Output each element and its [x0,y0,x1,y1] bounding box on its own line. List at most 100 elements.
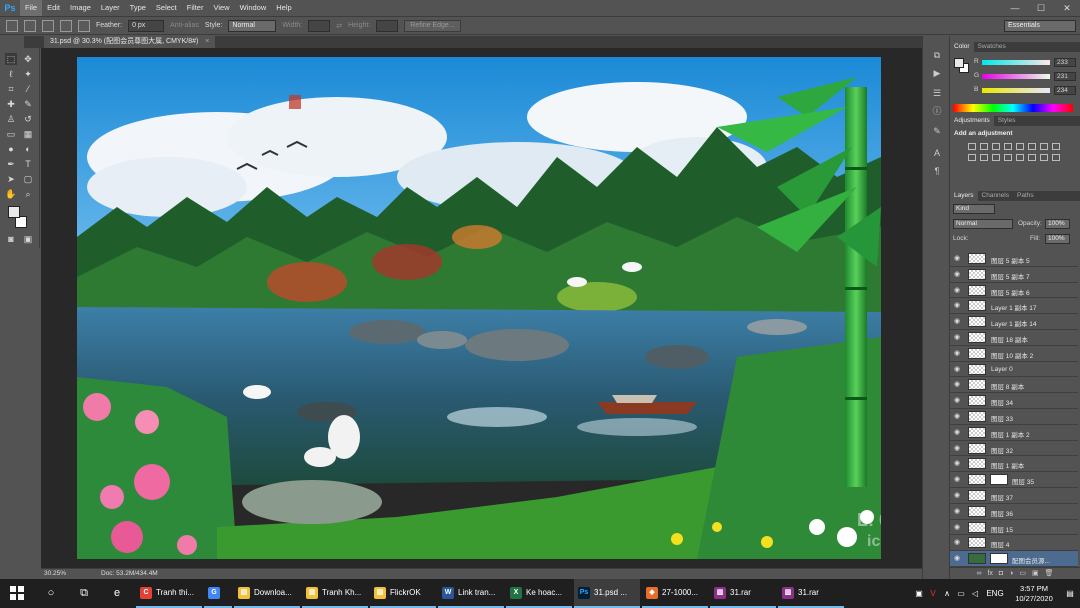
layer-row[interactable]: ◉ 图层 18 副本 [950,330,1078,346]
tray-network-icon[interactable]: ▭ [954,589,968,598]
tray-chevron-icon[interactable]: ∧ [940,589,954,598]
brush-presets-icon[interactable]: ✎ [931,126,943,136]
tab-paths[interactable]: Paths [1013,191,1038,201]
selective-color-icon[interactable] [1052,154,1060,161]
menu-layer[interactable]: Layer [96,0,125,16]
properties-icon[interactable]: ☰ [931,88,943,98]
new-selection-icon[interactable] [24,19,36,32]
intersect-selection-icon[interactable] [78,19,90,32]
visibility-eye-icon[interactable]: ◉ [954,428,960,436]
zoom-value[interactable]: 30.25% [44,569,66,579]
taskbar-app-winrar-1[interactable]: ▥ 31.rar [710,579,776,608]
invert-icon[interactable] [1004,154,1012,161]
screen-mode-icon[interactable]: ▣ [22,233,34,245]
refine-edge-button[interactable]: Refine Edge... [404,19,461,32]
layer-row[interactable]: ◉ Layer 1 副本 14 [950,314,1078,330]
document-tab[interactable]: 31.psd @ 30.3% (配图会员尊图大属, CMYK/8#) × [44,36,216,48]
blue-slider[interactable]: B 234 [974,86,1080,96]
menu-file[interactable]: File [20,0,43,16]
visibility-eye-icon[interactable]: ◉ [954,459,960,467]
brightness-icon[interactable] [968,143,976,150]
tab-color[interactable]: Color [950,42,974,52]
layer-row[interactable]: ◉ 图层 37 [950,488,1078,504]
red-slider[interactable]: R 233 [974,58,1080,68]
layer-row[interactable]: ◉ 图层 36 [950,504,1078,520]
taskbar-app-photoshop[interactable]: Ps 31.psd ... [574,579,640,608]
layer-style-icon[interactable]: fx [987,568,992,579]
menu-help[interactable]: Help [271,0,296,16]
paragraph-icon[interactable]: ¶ [931,166,943,176]
history-icon[interactable]: ⧉ [931,50,943,60]
opacity-value[interactable]: 100% [1045,219,1070,229]
dodge-tool-icon[interactable]: ◐ [22,143,34,155]
menu-window[interactable]: Window [235,0,272,16]
clock[interactable]: 3:57 PM 10/27/2020 [1008,584,1060,604]
close-tab-icon[interactable]: × [205,38,209,45]
visibility-eye-icon[interactable]: ◉ [954,254,960,262]
subtract-selection-icon[interactable] [60,19,72,32]
clone-stamp-tool-icon[interactable]: ♙ [5,113,17,125]
menu-filter[interactable]: Filter [182,0,209,16]
taskbar-app-chrome[interactable]: C Tranh thi... [136,579,202,608]
history-brush-tool-icon[interactable]: ↺ [22,113,34,125]
curves-icon[interactable] [992,143,1000,150]
delete-layer-icon[interactable]: 🗑 [1045,568,1054,579]
hue-saturation-icon[interactable] [1028,143,1036,150]
visibility-eye-icon[interactable]: ◉ [954,444,960,452]
visibility-eye-icon[interactable]: ◉ [954,301,960,309]
blue-value[interactable]: 234 [1054,86,1076,95]
layer-row-selected[interactable]: ◉ 配图会员源... [950,551,1078,567]
visibility-eye-icon[interactable]: ◉ [954,412,960,420]
layer-row[interactable]: ◉ 图层 33 [950,409,1078,425]
layer-row[interactable]: ◉ 图层 5 副本 6 [950,283,1078,299]
visibility-eye-icon[interactable]: ◉ [954,286,960,294]
taskbar-app-flickrok[interactable]: ▤ FlickrOK [370,579,436,608]
blend-mode-select[interactable]: Normal [953,219,1013,229]
layer-row[interactable]: ◉ 图层 4 [950,535,1078,552]
channel-mixer-icon[interactable] [980,154,988,161]
quick-mask-icon[interactable]: ◙ [5,233,17,245]
zoom-tool-icon[interactable]: ⌕ [22,188,34,200]
taskbar-app-downloads[interactable]: ▤ Downloa... [234,579,300,608]
menu-edit[interactable]: Edit [42,0,65,16]
taskbar-app-word[interactable]: W Link tran... [438,579,504,608]
move-tool-icon[interactable]: ✥ [22,53,34,65]
path-selection-tool-icon[interactable]: ➤ [5,173,17,185]
info-icon[interactable]: ⓘ [931,106,943,116]
taskbar-app-excel[interactable]: X Ke hoac... [506,579,572,608]
visibility-eye-icon[interactable]: ◉ [954,507,960,515]
red-value[interactable]: 233 [1054,58,1076,67]
add-mask-icon[interactable]: ◘ [999,568,1003,579]
rectangular-marquee-tool-icon[interactable]: ⬚ [5,53,17,65]
black-white-icon[interactable] [1052,143,1060,150]
threshold-icon[interactable] [1028,154,1036,161]
marquee-tool-preset-icon[interactable] [6,19,18,32]
photo-filter-icon[interactable] [968,154,976,161]
green-value[interactable]: 231 [1054,72,1076,81]
menu-select[interactable]: Select [151,0,182,16]
layer-row[interactable]: ◉ Layer 0 [950,362,1078,378]
tab-swatches[interactable]: Swatches [974,42,1010,52]
eraser-tool-icon[interactable]: ▭ [5,128,17,140]
layer-row[interactable]: ◉ 图层 32 [950,441,1078,457]
antialias-checkbox[interactable]: Anti-alias [170,22,199,29]
layer-row[interactable]: ◉ 图层 8 副本 [950,377,1078,394]
visibility-eye-icon[interactable]: ◉ [954,491,960,499]
hand-tool-icon[interactable]: ✋ [5,188,17,200]
levels-icon[interactable] [980,143,988,150]
visibility-eye-icon[interactable]: ◉ [954,349,960,357]
tab-layers[interactable]: Layers [950,191,978,201]
visibility-eye-icon[interactable]: ◉ [954,538,960,546]
color-panel-foreground-swatch[interactable] [954,58,964,68]
layer-row[interactable]: ◉ 图层 1 副本 2 [950,425,1078,441]
vibrance-icon[interactable] [1016,143,1024,150]
menu-image[interactable]: Image [65,0,96,16]
taskbar-app-chrome-2[interactable]: G [204,579,232,608]
foreground-color-swatch[interactable] [8,206,20,218]
brush-tool-icon[interactable]: ✎ [22,98,34,110]
feather-input[interactable]: 0 px [128,19,165,32]
tray-antivirus-icon[interactable]: ▣ [912,589,926,598]
crop-tool-icon[interactable]: ⌗ [5,83,17,95]
minimize-button[interactable]: — [1002,0,1028,16]
magic-wand-tool-icon[interactable]: ✦ [22,68,34,80]
